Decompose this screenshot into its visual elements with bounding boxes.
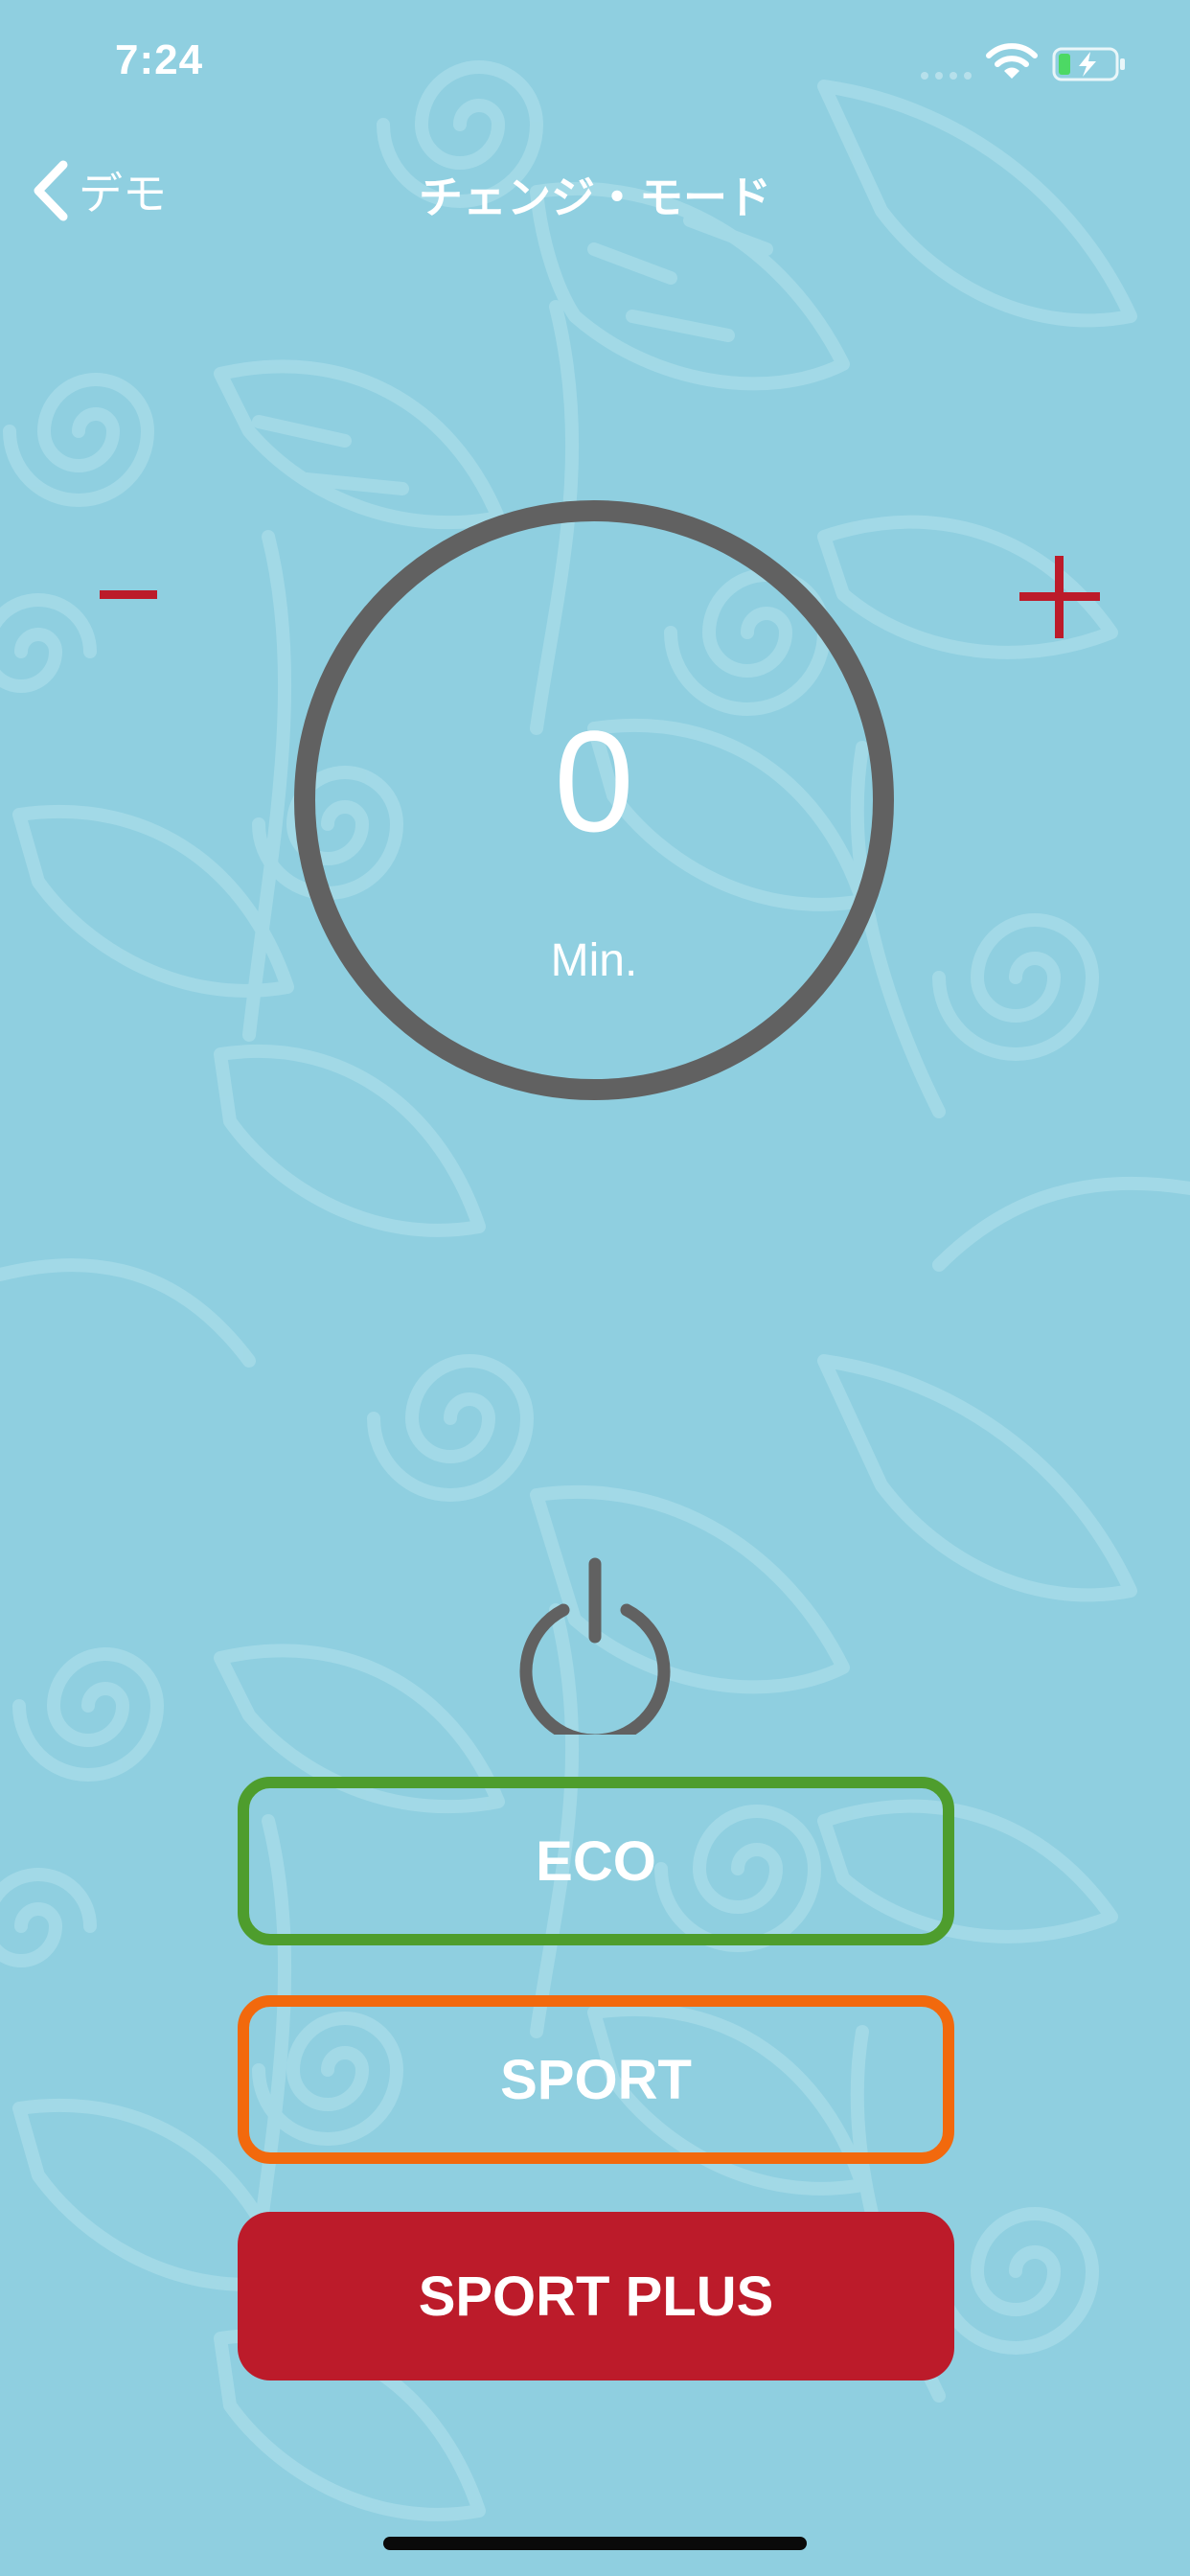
- home-indicator[interactable]: [383, 2537, 807, 2550]
- timer-unit: Min.: [550, 935, 638, 986]
- status-time: 7:24: [115, 36, 204, 83]
- wifi-icon: [986, 43, 1038, 79]
- sport-plus-mode-button[interactable]: SPORT PLUS: [238, 2212, 954, 2380]
- eco-mode-button[interactable]: ECO: [238, 1777, 954, 1945]
- navigation-bar: デモ チェンジ・モード: [0, 144, 1190, 240]
- power-icon[interactable]: [514, 1552, 676, 1735]
- increase-time-button[interactable]: [1016, 552, 1102, 640]
- page-title: チェンジ・モード: [419, 172, 771, 223]
- background-pattern: [0, 60, 1190, 2521]
- sport-mode-button[interactable]: SPORT: [238, 1995, 954, 2164]
- status-bar: 7:24: [0, 0, 1190, 125]
- cellular-signal-icon: [921, 72, 972, 80]
- timer-value: 0: [554, 701, 634, 862]
- decrease-time-button[interactable]: [96, 571, 163, 619]
- battery-charging-icon: [1052, 47, 1125, 81]
